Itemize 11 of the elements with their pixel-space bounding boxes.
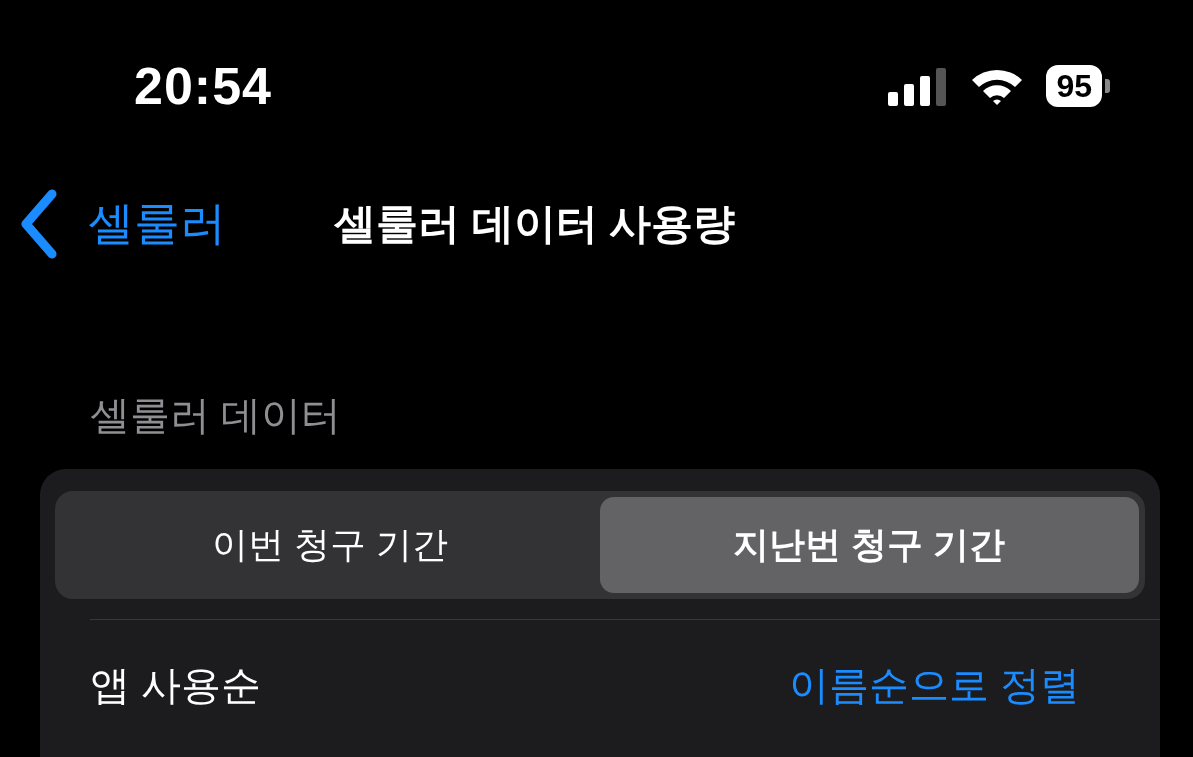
chevron-left-icon [18, 189, 58, 259]
status-time: 20:54 [134, 56, 272, 116]
segment-tab[interactable]: 지난번 청구 기간 [600, 497, 1139, 593]
battery-indicator: 95 [1046, 65, 1110, 107]
sort-label: 앱 사용순 [90, 661, 262, 709]
segment-tab[interactable]: 이번 청구 기간 [61, 497, 600, 593]
page-title: 셀룰러 데이터 사용량 [334, 199, 736, 249]
signal-icon [888, 66, 949, 106]
back-button[interactable]: 셀룰러 [0, 189, 226, 259]
sort-link[interactable]: 이름순으로 정렬 [788, 657, 1080, 713]
section-header: 셀룰러 데이터 [90, 392, 343, 439]
